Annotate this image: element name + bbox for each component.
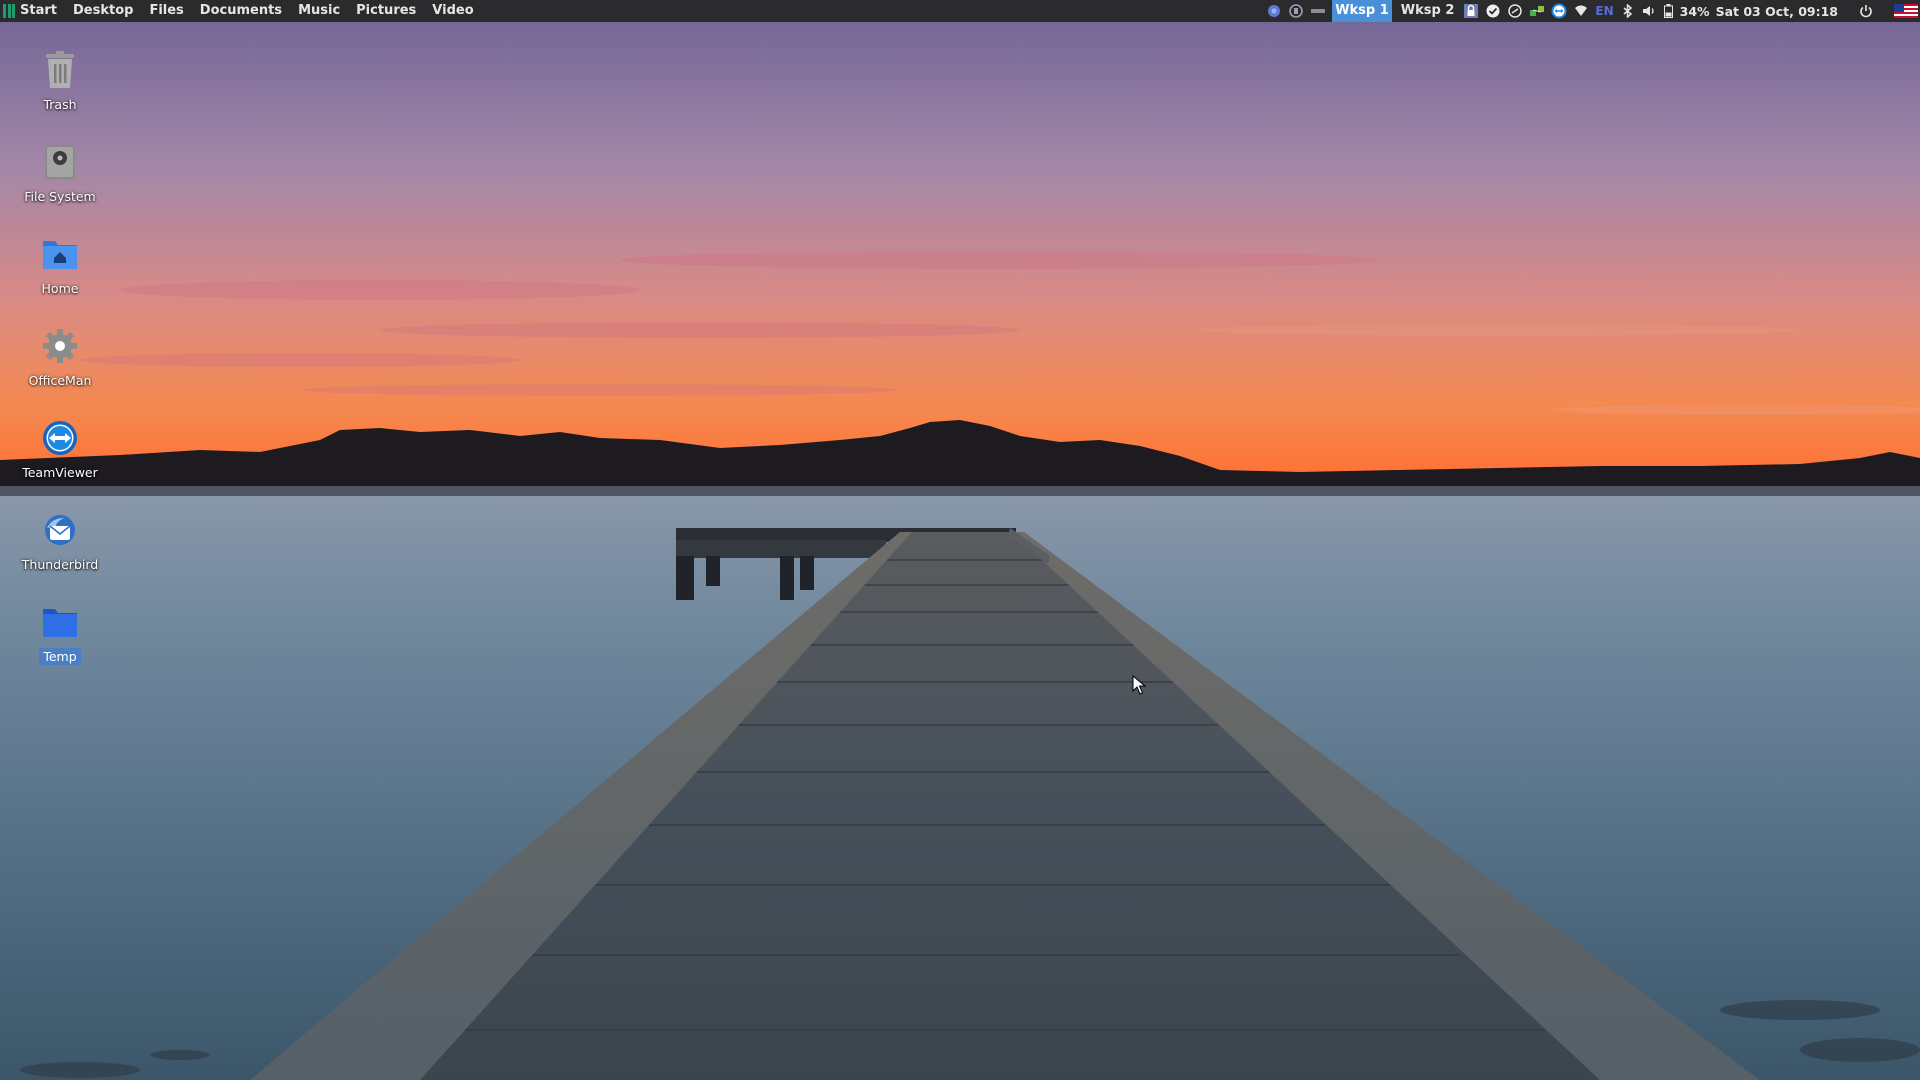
mouse-cursor-icon	[1132, 674, 1147, 699]
power-icon[interactable]	[1858, 3, 1874, 19]
gear-icon	[40, 326, 80, 366]
bluetooth-icon[interactable]	[1620, 3, 1636, 19]
desktop-icon-temp[interactable]: Temp	[10, 602, 110, 665]
wifi-icon[interactable]	[1573, 3, 1589, 19]
keyboard-layout[interactable]: EN	[1595, 4, 1613, 18]
menu-pictures[interactable]: Pictures	[348, 0, 424, 22]
panel-menu: Start Desktop Files Documents Music Pict…	[0, 0, 482, 22]
workspace-2[interactable]: Wksp 2	[1398, 0, 1458, 22]
filesystem-icon	[40, 142, 80, 182]
menu-video[interactable]: Video	[424, 0, 481, 22]
desktop-icon-label: TeamViewer	[22, 465, 98, 480]
clock[interactable]: Sat 03 Oct, 09:18	[1716, 4, 1838, 19]
desktop-icon-label: Trash	[43, 97, 77, 112]
checkmark-icon[interactable]	[1485, 3, 1501, 19]
top-panel: Start Desktop Files Documents Music Pict…	[0, 0, 1920, 22]
desktop-icon-trash[interactable]: Trash	[10, 50, 110, 113]
network-manager-icon[interactable]	[1529, 3, 1545, 19]
teamviewer-icon	[40, 418, 80, 458]
volume-icon[interactable]	[1642, 3, 1658, 19]
desktop-icon-home[interactable]: Home	[10, 234, 110, 297]
trash-icon	[40, 50, 80, 90]
battery-percentage: 34%	[1679, 3, 1710, 19]
desktop-wallpaper	[0, 0, 1920, 1080]
desktop-icon-label: Temp	[39, 648, 81, 665]
lock-icon[interactable]	[1463, 3, 1479, 19]
desktop-icon-teamviewer[interactable]: TeamViewer	[10, 418, 110, 481]
system-tray: Wksp 1 Wksp 2 EN 34% Sat 03 Oct, 09:18	[1266, 0, 1920, 22]
desktop-icon-label: Thunderbird	[21, 557, 99, 572]
chromium-icon[interactable]	[1266, 3, 1282, 19]
update-icon[interactable]	[1507, 3, 1523, 19]
teamviewer-tray-icon[interactable]	[1551, 3, 1567, 19]
thunderbird-icon	[40, 510, 80, 550]
home-folder-icon	[40, 234, 80, 274]
menu-files[interactable]: Files	[141, 0, 191, 22]
menu-start[interactable]: Start	[20, 0, 65, 22]
menu-desktop[interactable]: Desktop	[65, 0, 141, 22]
desktop-icon-label: Home	[41, 281, 79, 296]
workspace-1[interactable]: Wksp 1	[1332, 0, 1392, 22]
desktop-icon-label: File System	[24, 189, 96, 204]
menu-documents[interactable]: Documents	[192, 0, 290, 22]
minimize-icon[interactable]	[1310, 3, 1326, 19]
battery-icon[interactable]	[1664, 3, 1674, 19]
desktop-icon-officeman[interactable]: OfficeMan	[10, 326, 110, 389]
clipboard-icon[interactable]	[1288, 3, 1304, 19]
desktop-icon-file-system[interactable]: File System	[10, 142, 110, 205]
us-flag-icon[interactable]	[1894, 4, 1918, 18]
desktop-icon-label: OfficeMan	[28, 373, 92, 388]
desktop-icon-thunderbird[interactable]: Thunderbird	[10, 510, 110, 573]
menu-music[interactable]: Music	[290, 0, 348, 22]
start-menu-icon[interactable]	[3, 4, 15, 18]
folder-icon	[40, 602, 80, 642]
